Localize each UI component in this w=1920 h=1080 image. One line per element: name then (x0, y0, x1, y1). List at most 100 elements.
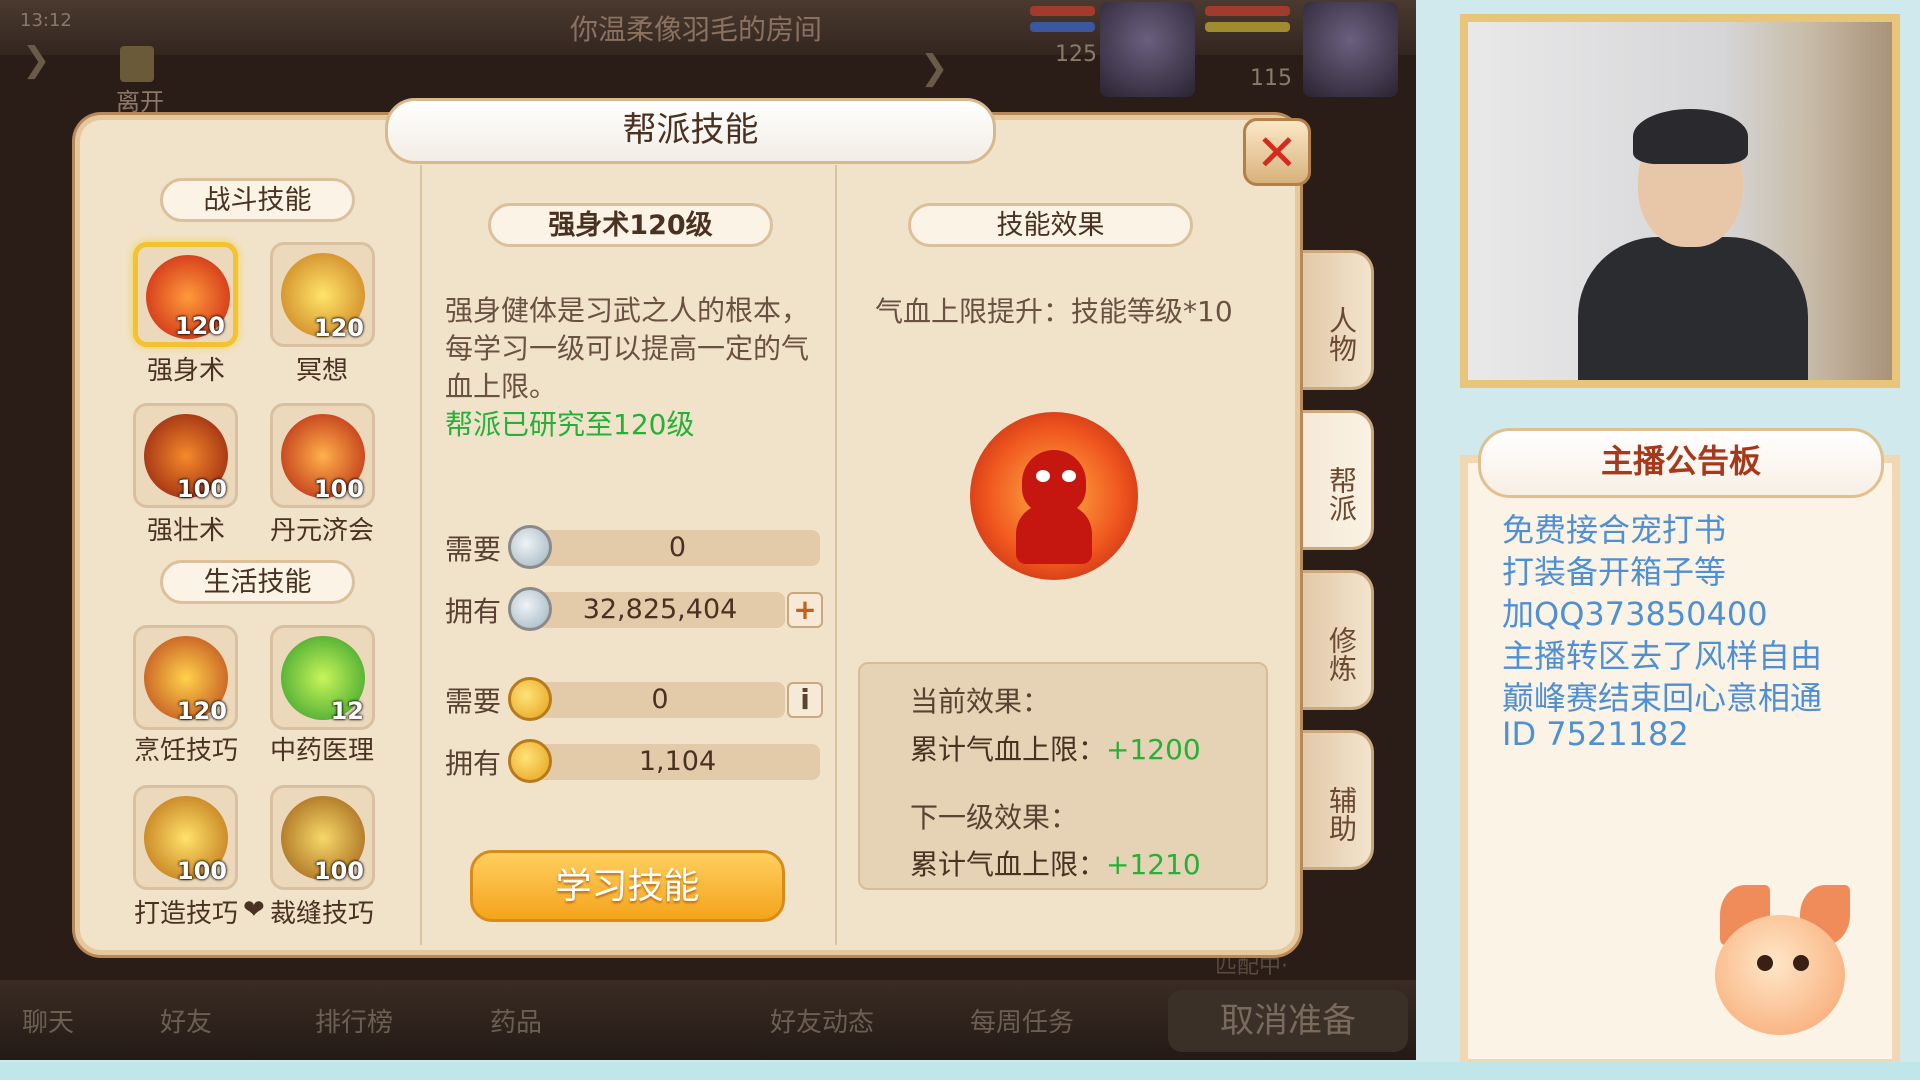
skill-level: 120 (174, 312, 225, 340)
board-line: 巅峰赛结束回心意相通 (1502, 679, 1823, 717)
effect-formula: 气血上限提升：技能等级*10 (875, 295, 1233, 328)
info-button[interactable]: i (787, 682, 823, 718)
gold-own-label: 拥有 (445, 747, 502, 780)
room-title: 你温柔像羽毛的房间 (570, 13, 823, 46)
tab-character[interactable]: 人物 (1302, 250, 1374, 390)
silver-coin-icon (508, 525, 552, 569)
research-status: 帮派已研究至120级 (445, 408, 695, 441)
skill-level: 100 (313, 857, 364, 885)
leave-button[interactable]: 离开 (105, 40, 175, 116)
expand-arrow-icon[interactable]: ❯ (920, 48, 949, 88)
gold-own-value: 1,104 (535, 744, 820, 780)
board-line: 加QQ373850400 (1502, 595, 1768, 633)
board-line: ID 7521182 (1502, 715, 1689, 753)
column-divider (835, 165, 837, 945)
tab-assist[interactable]: 辅助 (1302, 730, 1374, 870)
skill-mingxiang[interactable]: 120 (270, 242, 375, 347)
leave-label: 离开 (116, 88, 164, 116)
medicine-button[interactable]: 药品 (490, 1002, 542, 1039)
current-effect-line: 累计气血上限：+1200 (910, 728, 1201, 768)
skill-herbal-medicine[interactable]: 12 (270, 625, 375, 730)
flame-warrior-icon (970, 412, 1138, 580)
scroll-down-icon[interactable]: ❤ (243, 895, 265, 925)
streamer (1578, 109, 1808, 380)
mascot-image (1695, 885, 1865, 1045)
skill-qiangshenshu[interactable]: 120 (133, 242, 238, 347)
life-skills-tag: 生活技能 (160, 560, 355, 604)
door-icon (120, 46, 154, 82)
skill-forging[interactable]: 100 (133, 785, 238, 890)
player-level: 125 (1055, 42, 1097, 67)
game-window: 13:12 你温柔像羽毛的房间 ❯ 离开 ❯ 125 115 聊天 好友 排行榜… (0, 0, 1416, 1060)
skill-qiangzhuangshu[interactable]: 100 (133, 403, 238, 508)
skill-cooking[interactable]: 120 (133, 625, 238, 730)
skill-name: 强壮术 (146, 516, 225, 546)
silver-need-value: 0 (535, 530, 820, 566)
selected-skill-tag: 强身术120级 (488, 203, 773, 247)
icon-body (1016, 504, 1092, 564)
current-effect-title: 当前效果： (910, 685, 1051, 718)
mascot-body (1715, 915, 1845, 1035)
tab-guild[interactable]: 帮派 (1302, 410, 1374, 550)
silver-own-label: 拥有 (445, 595, 502, 628)
icon-eye (1036, 470, 1050, 482)
add-silver-button[interactable]: + (787, 592, 823, 628)
skill-description: 强身健体是习武之人的根本，每学习一级可以提高一定的气血上限。 帮派已研究至120… (445, 292, 835, 444)
next-effect-line: 累计气血上限：+1210 (910, 843, 1201, 883)
skill-level: 12 (330, 697, 364, 725)
gold-coin-icon (508, 739, 552, 783)
player-avatar[interactable] (1303, 2, 1398, 97)
board-line: 打装备开箱子等 (1502, 553, 1727, 591)
silver-need-label: 需要 (445, 533, 502, 566)
webcam-feed (1460, 14, 1900, 388)
gold-need-value: 0 (535, 682, 785, 718)
mp-bar (1205, 22, 1290, 32)
cancel-ready-button[interactable]: 取消准备 (1168, 990, 1408, 1052)
player-avatar[interactable] (1100, 2, 1195, 97)
column-divider (420, 165, 422, 945)
learn-skill-button[interactable]: 学习技能 (470, 850, 785, 922)
skill-effect-tag: 技能效果 (908, 203, 1193, 247)
ranking-button[interactable]: 排行榜 (315, 1002, 393, 1039)
panel-title: 帮派技能 (385, 98, 996, 164)
clock-text: 13:12 (20, 10, 72, 31)
skill-name: 裁缝技巧 (269, 899, 374, 929)
current-effect-label: 累计气血上限： (910, 733, 1107, 766)
icon-eye (1062, 470, 1076, 482)
gold-coin-icon (508, 677, 552, 721)
chat-button[interactable]: 聊天 (22, 1002, 74, 1039)
bottom-strip (0, 1062, 1920, 1080)
hp-bar (1205, 6, 1290, 16)
player-level: 115 (1250, 66, 1292, 91)
next-effect-label: 累计气血上限： (910, 848, 1107, 881)
friend-feed-button[interactable]: 好友动态 (770, 1002, 874, 1039)
skill-level: 100 (313, 475, 364, 503)
friends-button[interactable]: 好友 (160, 1002, 212, 1039)
streamer-hair (1633, 109, 1748, 164)
mp-bar (1030, 22, 1095, 32)
silver-own-value: 32,825,404 (535, 592, 785, 628)
current-effect-value: +1200 (1106, 733, 1201, 766)
mascot-eye (1793, 955, 1809, 971)
streamer-body (1578, 237, 1808, 380)
gold-need-label: 需要 (445, 685, 502, 718)
next-effect-title: 下一级效果： (910, 801, 1079, 834)
skill-name: 冥想 (295, 356, 348, 386)
skill-name: 烹饪技巧 (133, 736, 238, 766)
skill-level: 100 (176, 857, 227, 885)
skill-danyuanjihui[interactable]: 100 (270, 403, 375, 508)
menu-arrow-icon[interactable]: ❯ (22, 40, 51, 80)
skill-description-text: 强身健体是习武之人的根本，每学习一级可以提高一定的气血上限。 (445, 294, 810, 403)
skill-name: 丹元济会 (269, 516, 374, 546)
skill-level: 120 (176, 697, 227, 725)
combat-skills-tag: 战斗技能 (160, 178, 355, 222)
skill-level: 120 (313, 314, 364, 342)
mascot-eye (1757, 955, 1773, 971)
board-line: 免费接合宠打书 (1502, 511, 1727, 549)
weekly-task-button[interactable]: 每周任务 (970, 1002, 1074, 1039)
board-line: 主播转区去了风样自由 (1502, 637, 1823, 675)
close-icon[interactable]: ✕ (1243, 118, 1311, 186)
tab-cultivation[interactable]: 修炼 (1302, 570, 1374, 710)
silver-coin-icon (508, 587, 552, 631)
skill-tailoring[interactable]: 100 (270, 785, 375, 890)
